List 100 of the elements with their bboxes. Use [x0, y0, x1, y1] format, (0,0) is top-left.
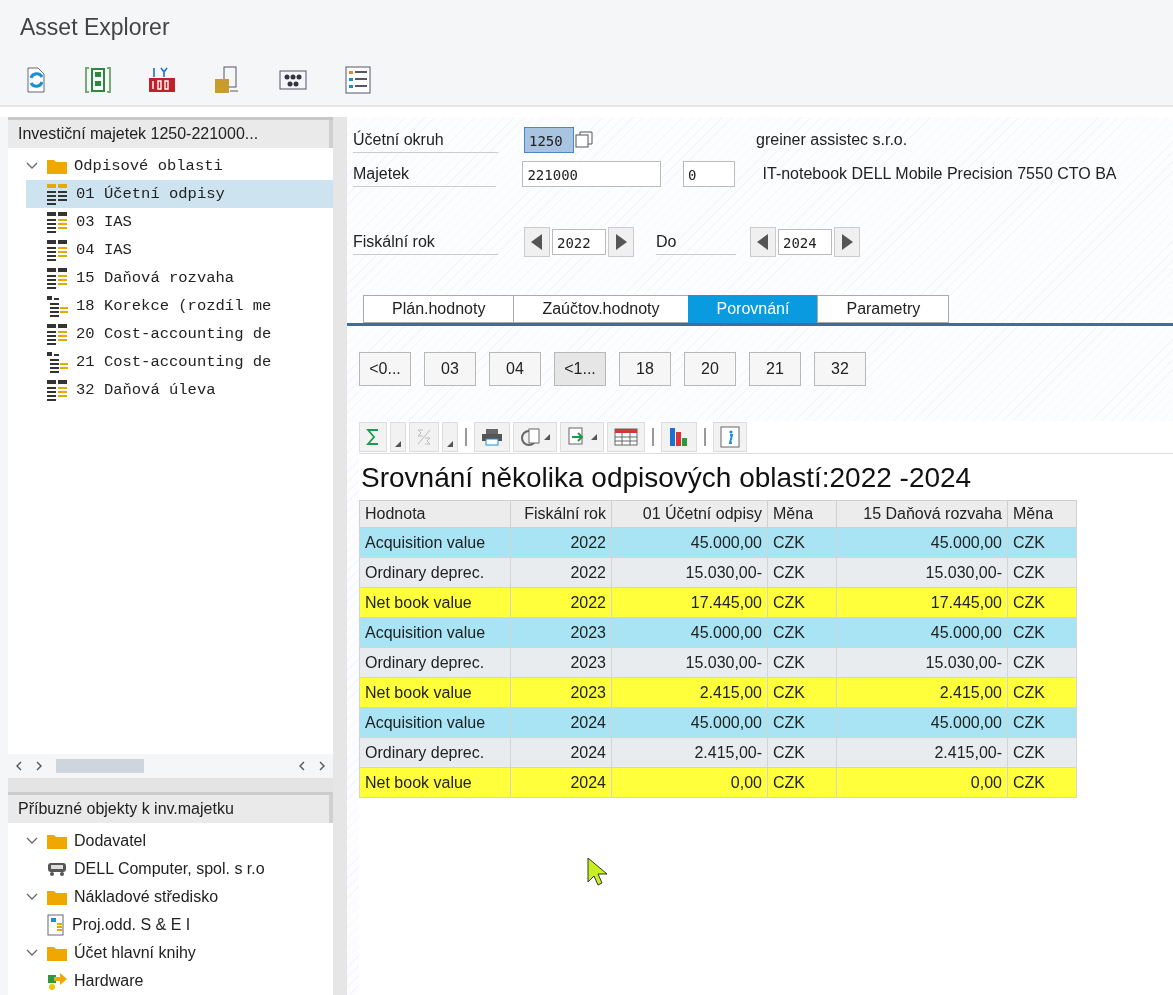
tree-item[interactable]: 04 IAS: [26, 236, 333, 264]
table-icon: [46, 379, 70, 401]
table-icon: [46, 239, 70, 261]
hierarchy-table-icon: [46, 295, 70, 317]
chevron-icon[interactable]: [26, 836, 38, 846]
table-cell: 2022: [510, 557, 612, 588]
previous-button[interactable]: [524, 227, 550, 257]
table-cell: 2023: [510, 617, 612, 648]
tree-item[interactable]: Odpisové oblasti: [74, 157, 223, 175]
table-cell: 2024: [510, 767, 612, 798]
corner-triangle-icon: [544, 434, 550, 440]
tree-item[interactable]: DELL Computer, spol. s r.o: [74, 860, 265, 878]
table-cell: CZK: [1007, 587, 1077, 618]
chevron-icon[interactable]: [26, 948, 38, 958]
year-field[interactable]: 2022: [552, 229, 606, 255]
next-button[interactable]: [608, 227, 634, 257]
column-header[interactable]: Hodnota: [359, 500, 511, 528]
column-header[interactable]: Fiskální rok: [510, 500, 612, 528]
area-button[interactable]: 32: [814, 352, 866, 386]
chart-button[interactable]: [661, 422, 697, 452]
table-cell: CZK: [1007, 527, 1077, 558]
table-cell: Acquisition value: [359, 617, 511, 648]
info-button[interactable]: [713, 422, 747, 452]
report-title: Srovnání několika odpisových oblastí:2022 -2024: [360, 461, 973, 495]
table-cell: 2.415,00: [611, 677, 768, 708]
asset-number-field[interactable]: 221000: [522, 161, 661, 187]
table-cell: CZK: [767, 617, 837, 648]
area-button[interactable]: 04: [489, 352, 541, 386]
tab[interactable]: Plán.hodnoty: [363, 295, 515, 323]
chevron-icon[interactable]: [26, 892, 38, 902]
vehicle-icon: [46, 861, 68, 877]
document-icon[interactable]: [84, 66, 112, 94]
export-button[interactable]: [560, 422, 604, 452]
area-button[interactable]: <0...: [359, 352, 411, 386]
area-button[interactable]: 03: [424, 352, 476, 386]
next-button[interactable]: [834, 227, 860, 257]
table-cell: CZK: [1007, 557, 1077, 588]
previous-button[interactable]: [750, 227, 776, 257]
table-cell: 17.445,00: [836, 587, 1008, 618]
table-cell: Ordinary deprec.: [359, 737, 511, 768]
bar-chart-icon: [668, 426, 690, 448]
table-cell: 2023: [510, 677, 612, 708]
chevron-icon[interactable]: [26, 161, 38, 171]
area-button[interactable]: <1...: [554, 352, 606, 386]
sigma-icon: [366, 428, 380, 446]
tab[interactable]: Zaúčtov.hodnoty: [513, 295, 689, 323]
tab[interactable]: Parametry: [817, 295, 950, 323]
tree-item[interactable]: 03 IAS: [26, 208, 333, 236]
field-label: Do: [656, 229, 736, 255]
year-field[interactable]: 2024: [778, 229, 832, 255]
table-cell: 15.030,00-: [836, 647, 1008, 678]
column-header[interactable]: Měna: [1007, 500, 1077, 528]
table-cell: 0,00: [836, 767, 1008, 798]
tree-item[interactable]: Účet hlavní knihy: [74, 944, 196, 962]
hierarchy-icon[interactable]: [278, 68, 308, 92]
corner-triangle-icon: [395, 441, 401, 447]
dropdown-button[interactable]: [442, 422, 458, 452]
tree-item[interactable]: 21 Cost-accounting de: [26, 348, 333, 376]
view-button[interactable]: [513, 422, 557, 452]
tree-item[interactable]: 18 Korekce (rozdíl me: [26, 292, 333, 320]
tree-item[interactable]: Dodavatel: [74, 832, 147, 850]
area-button[interactable]: 21: [749, 352, 801, 386]
area-button[interactable]: 18: [619, 352, 671, 386]
column-header[interactable]: Měna: [767, 500, 837, 528]
print-button[interactable]: [474, 422, 510, 452]
scroll-arrows-icon[interactable]: [299, 761, 325, 772]
table-cell: CZK: [767, 707, 837, 738]
table-cell: 2022: [510, 527, 612, 558]
company-code-field[interactable]: 1250: [524, 127, 574, 153]
left-triangle-icon: [531, 234, 543, 250]
area-button[interactable]: 20: [684, 352, 736, 386]
table-cell: 2023: [510, 647, 612, 678]
currency-icon[interactable]: [148, 65, 176, 95]
tree-item[interactable]: Proj.odd. S & E I: [72, 916, 191, 934]
table-cell: CZK: [767, 767, 837, 798]
scroll-arrows-icon[interactable]: [16, 761, 42, 772]
tree-item[interactable]: Hardware: [74, 972, 144, 990]
info-icon: [720, 426, 740, 448]
scrollbar-thumb[interactable]: [56, 759, 144, 774]
mouse-pointer-icon: [587, 857, 609, 887]
panel-header: Příbuzné objekty k inv.majetku: [8, 795, 333, 823]
table-cell: CZK: [767, 587, 837, 618]
tree-item[interactable]: 20 Cost-accounting de: [26, 320, 333, 348]
subnumber-field[interactable]: 0: [683, 161, 735, 187]
list-icon[interactable]: [344, 65, 372, 95]
table-cell: CZK: [767, 737, 837, 768]
field-label: Účetní okruh: [353, 127, 498, 153]
table-cell: Net book value: [359, 677, 511, 708]
tree-item[interactable]: 15 Daňová rozvaha: [26, 264, 333, 292]
copy-icon[interactable]: [574, 129, 596, 151]
column-header[interactable]: 01 Účetní odpisy: [611, 500, 768, 528]
table-cell: 2.415,00: [836, 677, 1008, 708]
tree-item[interactable]: 32 Daňová úleva: [26, 376, 333, 404]
dropdown-button[interactable]: [390, 422, 406, 452]
column-header[interactable]: 15 Daňová rozvaha: [836, 500, 1008, 528]
sum-button[interactable]: [359, 422, 387, 452]
layout-button[interactable]: [607, 422, 645, 452]
tree-item[interactable]: Nákladové středisko: [74, 888, 219, 906]
table-cell: 45.000,00: [611, 527, 768, 558]
tree-item[interactable]: 01 Účetní odpisy: [26, 180, 333, 208]
